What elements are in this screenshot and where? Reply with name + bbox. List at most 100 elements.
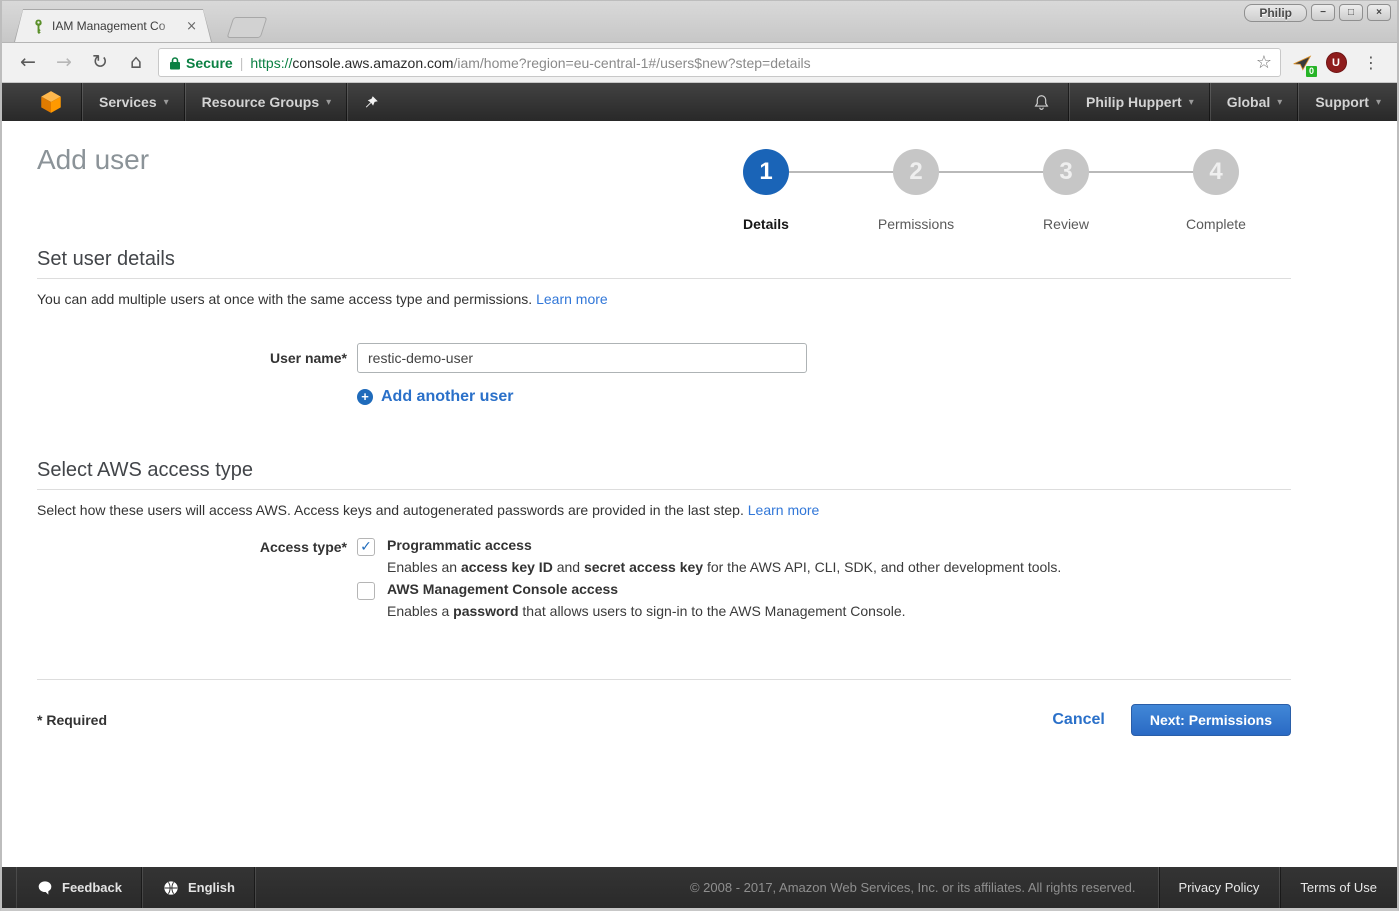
aws-logo-icon[interactable] [2, 89, 82, 115]
adblock-extension-icon[interactable]: 0 [1289, 50, 1315, 76]
address-bar[interactable]: Secure | https://console.aws.amazon.com/… [158, 48, 1281, 77]
url-path: /iam/home?region=eu-central-1#/users$new… [453, 55, 810, 71]
learn-more-link[interactable]: Learn more [748, 502, 820, 518]
steps-row: 1 Details 2 Permissions 3 Review 4 Compl… [691, 149, 1291, 232]
services-label: Services [99, 94, 157, 110]
step-label: Review [1043, 216, 1089, 232]
forward-icon[interactable]: → [50, 53, 78, 72]
main-content: Add user 1 Details 2 Permissions 3 Revie… [2, 121, 1397, 867]
url-scheme: https:// [250, 55, 292, 71]
globe-icon [163, 880, 179, 896]
add-another-user[interactable]: + Add another user [357, 388, 1291, 406]
step-permissions: 2 Permissions [841, 149, 991, 232]
browser-window: Philip − □ × IAM Management Co × ← → ↻ ⌂ [0, 0, 1399, 911]
step-complete: 4 Complete [1141, 149, 1291, 232]
access-type-label: Access type* [37, 537, 347, 619]
ublock-extension-icon[interactable]: U [1323, 50, 1349, 76]
browser-tab-inner: IAM Management Co × [15, 10, 211, 42]
cancel-button[interactable]: Cancel [1052, 711, 1104, 729]
plus-circle-icon: + [357, 389, 373, 405]
page-header: Add user 1 Details 2 Permissions 3 Revie… [37, 144, 1291, 232]
footer-right: © 2008 - 2017, Amazon Web Services, Inc.… [668, 867, 1397, 908]
browser-menu-icon[interactable]: ⋮ [1357, 53, 1385, 72]
refresh-icon[interactable]: ↻ [86, 53, 114, 72]
url-text: https://console.aws.amazon.com/iam/home?… [250, 55, 1249, 71]
username-row: User name* [37, 343, 1291, 373]
region-label: Global [1227, 94, 1271, 110]
services-menu[interactable]: Services ▾ [83, 83, 185, 121]
wizard-steps: 1 Details 2 Permissions 3 Review 4 Compl… [691, 149, 1291, 232]
support-menu[interactable]: Support ▾ [1299, 83, 1397, 121]
home-icon[interactable]: ⌂ [122, 53, 150, 72]
option-body: Programmatic access Enables an access ke… [387, 537, 1061, 575]
desc-text: Enables a [387, 603, 453, 619]
step-circle: 3 [1043, 149, 1089, 195]
aws-navbar-right: Philip Huppert ▾ Global ▾ Support ▾ [1014, 83, 1397, 121]
step-circle: 2 [893, 149, 939, 195]
tab-close-icon[interactable]: × [186, 20, 197, 33]
username-field-wrap [357, 343, 807, 373]
step-details: 1 Details [691, 149, 841, 232]
desc-bold: secret access key [584, 559, 703, 575]
terms-of-use-link[interactable]: Terms of Use [1279, 867, 1397, 908]
speech-bubble-icon [37, 880, 53, 896]
desc-text: for the AWS API, CLI, SDK, and other dev… [703, 559, 1061, 575]
secure-indicator[interactable]: Secure [169, 55, 233, 71]
pin-shortcut-button[interactable] [348, 83, 395, 121]
browser-toolbar: ← → ↻ ⌂ Secure | https://console.aws.ama… [2, 43, 1397, 83]
step-circle: 1 [743, 149, 789, 195]
chevron-down-icon: ▾ [1376, 97, 1381, 108]
access-type-options: ✓ Programmatic access Enables an access … [357, 537, 1061, 619]
region-menu[interactable]: Global ▾ [1211, 83, 1299, 121]
chevron-down-icon: ▾ [326, 97, 331, 108]
feedback-button[interactable]: Feedback [16, 867, 143, 908]
user-details-heading: Set user details [37, 248, 1291, 279]
copyright-text: © 2008 - 2017, Amazon Web Services, Inc.… [668, 880, 1158, 895]
privacy-policy-link[interactable]: Privacy Policy [1158, 867, 1280, 908]
step-review: 3 Review [991, 149, 1141, 232]
desc-text: that allows users to sign-in to the AWS … [519, 603, 906, 619]
tab-title: IAM Management Co [52, 19, 180, 33]
feedback-label: Feedback [62, 880, 122, 895]
step-circle: 4 [1193, 149, 1239, 195]
required-note: * Required [37, 712, 107, 728]
desc-text: Enables an [387, 559, 461, 575]
access-type-heading: Select AWS access type [37, 459, 1291, 490]
back-icon[interactable]: ← [14, 53, 42, 72]
extension-badge: 0 [1306, 66, 1317, 77]
browser-tab[interactable]: IAM Management Co × [14, 9, 212, 42]
secure-label: Secure [186, 55, 233, 71]
programmatic-access-checkbox[interactable]: ✓ [357, 538, 375, 556]
resource-groups-menu[interactable]: Resource Groups ▾ [186, 83, 348, 121]
username-label: User name* [37, 343, 347, 373]
minimize-button[interactable]: − [1311, 4, 1335, 21]
support-label: Support [1315, 94, 1369, 110]
access-type-intro: Select how these users will access AWS. … [37, 502, 1291, 518]
close-button[interactable]: × [1367, 4, 1391, 21]
next-permissions-button[interactable]: Next: Permissions [1131, 704, 1291, 736]
add-another-user-link[interactable]: Add another user [381, 388, 513, 406]
bookmark-star-icon[interactable]: ☆ [1256, 52, 1272, 73]
new-tab-button[interactable] [227, 17, 268, 38]
step-label: Details [743, 216, 789, 232]
aws-navbar: Services ▾ Resource Groups ▾ Philip Hupp… [2, 83, 1397, 121]
learn-more-link[interactable]: Learn more [536, 291, 608, 307]
console-access-checkbox[interactable] [357, 582, 375, 600]
access-type-intro-text: Select how these users will access AWS. … [37, 502, 744, 518]
maximize-button[interactable]: □ [1339, 4, 1363, 21]
option-description: Enables a password that allows users to … [387, 603, 906, 619]
resource-groups-label: Resource Groups [202, 94, 319, 110]
username-input[interactable] [357, 343, 807, 373]
window-controls: − □ × [1311, 4, 1391, 21]
account-menu[interactable]: Philip Huppert ▾ [1070, 83, 1210, 121]
option-console-access: AWS Management Console access Enables a … [357, 581, 1061, 619]
notifications-bell-icon[interactable] [1014, 83, 1069, 121]
language-button[interactable]: English [143, 867, 256, 908]
page-title: Add user [37, 144, 149, 176]
aws-navbar-left: Services ▾ Resource Groups ▾ [2, 83, 395, 121]
bottom-actions: Cancel Next: Permissions [1052, 704, 1291, 736]
user-details-intro: You can add multiple users at once with … [37, 291, 1291, 307]
option-title: AWS Management Console access [387, 581, 906, 597]
window-title: Philip [1244, 4, 1307, 22]
step-label: Permissions [878, 216, 954, 232]
